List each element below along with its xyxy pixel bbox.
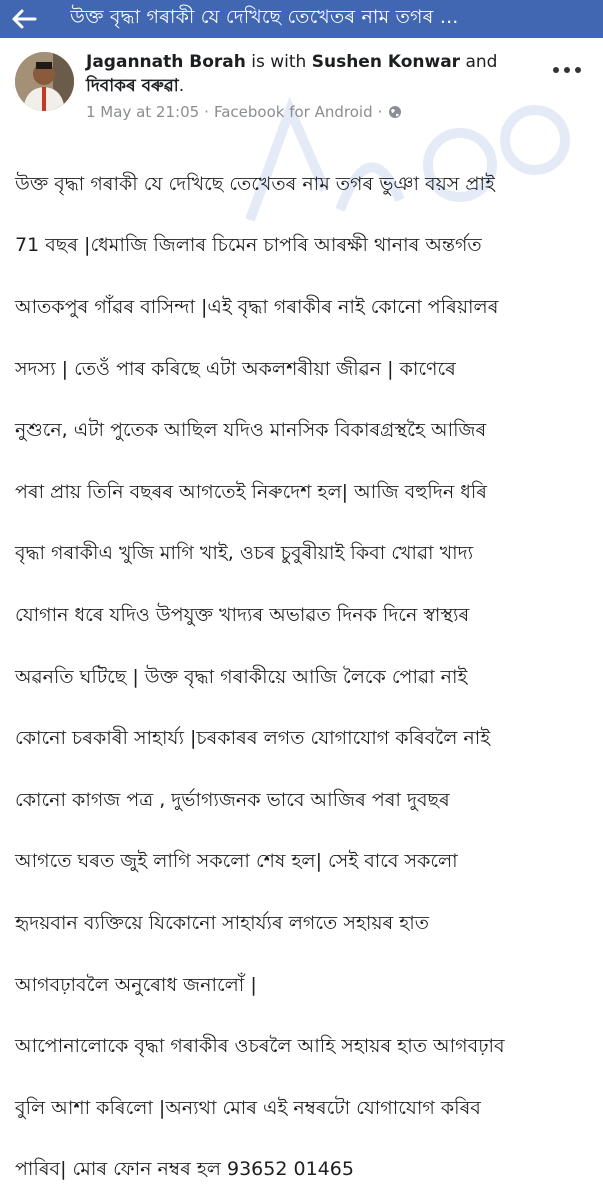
- post-line: কোনো চৰকাৰী সাহাৰ্য্য |চৰকাৰৰ লগত যোগাযো…: [15, 727, 491, 750]
- more-options-button[interactable]: [553, 60, 581, 80]
- post-line: আতকপুৰ গাঁৱৰ বাসিন্দা |এই বৃদ্ধা গৰাকীৰ …: [15, 295, 499, 318]
- post-line: অৱনতি ঘটিছে | উক্ত বৃদ্ধা গৰাকীয়ে আজি ল…: [15, 665, 468, 688]
- post-line: আপোনালোকে বৃদ্ধা গৰাকীৰ ওচৰলৈ আহি সহায়ৰ…: [15, 1035, 505, 1058]
- post-line: 71 বছৰ |ধেমাজি জিলাৰ চিমেন চাপৰি আৰক্ষী …: [15, 234, 482, 257]
- post-line: যোগান ধৰে যদিও উপযুক্ত খাদ্যৰ অভাৱত দিনক…: [15, 603, 470, 626]
- post-line: পৰা প্ৰায় তিনি বছৰৰ আগতেই নিৰুদেশ হল| আ…: [15, 480, 488, 503]
- post-line: উক্ত বৃদ্ধা গৰাকী যে দেখিছে তেখেতৰ নাম ত…: [15, 172, 495, 195]
- post-timestamp[interactable]: 1 May at 21:05: [86, 103, 199, 121]
- post-line: আগবঢ়াবলৈ অনুৰোধ জনালোঁ |: [15, 973, 257, 996]
- globe-icon: [388, 105, 402, 119]
- post-line: পাৰিব| মোৰ ফোন নম্বৰ হল 93652 01465: [15, 1158, 354, 1181]
- post-line: বৃদ্ধা গৰাকীএ খুজি মাগি খাই, ওচৰ চুবুৰীয…: [15, 542, 474, 565]
- top-bar: উক্ত বৃদ্ধা গৰাকী যে দেখিছে তেখেতৰ নাম ত…: [0, 0, 603, 38]
- arrow-left-icon: [12, 9, 37, 29]
- more-dots-icon: [553, 67, 559, 73]
- post-line: বুলি আশা কৰিলো |অন্যথা মোৰ এই নম্বৰটো যো…: [15, 1096, 481, 1119]
- meta-separator: ·: [204, 103, 209, 121]
- post-meta: 1 May at 21:05 · Facebook for Android ·: [86, 103, 402, 121]
- post-line: কোনো কাগজ পত্ৰ , দুৰ্ভাগ্যজনক ভাবে আজিৰ …: [15, 788, 450, 811]
- author-name-link[interactable]: Jagannath Borah: [86, 52, 246, 72]
- post-line: আগতে ঘৰত জুই লাগি সকলো শেষ হল| সেই বাবে …: [15, 850, 458, 873]
- period-text: .: [178, 76, 185, 96]
- with-text: is with: [251, 52, 307, 72]
- post-line: হৃদয়বান ব্যক্তিয়ে যিকোনো সাহাৰ্য্যৰ লগ…: [15, 911, 430, 934]
- profile-photo-icon: [15, 52, 74, 111]
- back-button[interactable]: [4, 0, 44, 38]
- tagged-user-link-2[interactable]: দিবাকৰ বৰুৱা: [86, 76, 179, 96]
- meta-separator-2: ·: [377, 103, 383, 121]
- post-line: নুশুনে, এটা পুতেক আছিল যদিও মানসিক বিকাৰ…: [15, 419, 487, 442]
- post-header: Jagannath Borah is with Sushen Konwar an…: [86, 50, 536, 98]
- tagged-user-link-1[interactable]: Sushen Konwar: [312, 52, 460, 72]
- and-text: and: [465, 52, 498, 72]
- post-source: Facebook for Android: [213, 103, 373, 121]
- post-body: উক্ত বৃদ্ধা গৰাকী যে দেখিছে তেখেতৰ নাম ত…: [15, 138, 595, 1198]
- avatar[interactable]: [15, 52, 74, 111]
- page-title: উক্ত বৃদ্ধা গৰাকী যে দেখিছে তেখেতৰ নাম ত…: [70, 6, 459, 28]
- post-line: সদস্য | তেওঁ পাৰ কৰিছে এটা অকলশৰীয়া জীৱ…: [15, 357, 456, 380]
